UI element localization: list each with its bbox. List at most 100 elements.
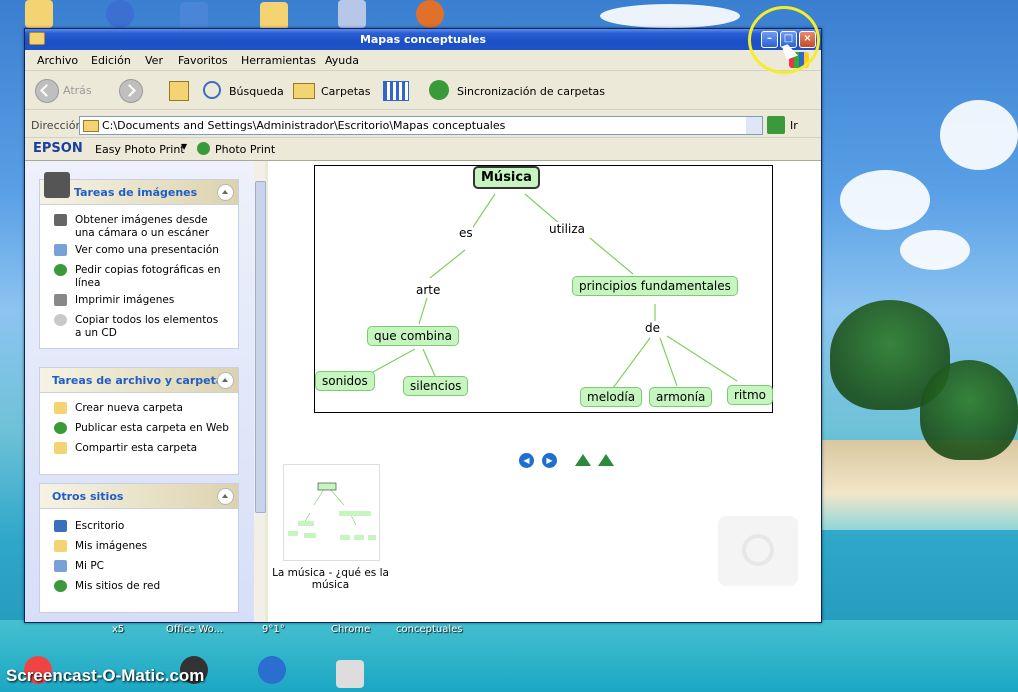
- sync-icon[interactable]: [429, 80, 449, 100]
- chevron-down-icon[interactable]: [746, 117, 762, 134]
- menu-favoritos[interactable]: Favoritos: [178, 54, 228, 67]
- folder-icon[interactable]: [25, 0, 53, 28]
- file-name[interactable]: La música - ¿qué es la música: [268, 567, 393, 591]
- concept-map-mini: [288, 482, 376, 540]
- epson-bar: EPSON Easy Photo Print ▼ Photo Print: [25, 138, 821, 161]
- search-button[interactable]: Búsqueda: [229, 85, 284, 98]
- link-label: es: [459, 226, 473, 240]
- cloud: [900, 230, 970, 270]
- place-my-computer[interactable]: Mi PC: [54, 560, 234, 574]
- back-button-label[interactable]: Atrás: [63, 84, 92, 97]
- concept-node: silencios: [403, 376, 469, 396]
- task-label: Publicar esta carpeta en Web: [75, 422, 229, 434]
- collapse-icon[interactable]: [217, 372, 234, 389]
- desktop-label: conceptuales: [396, 624, 463, 635]
- my-pictures-icon: [54, 540, 67, 552]
- task-label: Mis imágenes: [75, 540, 148, 552]
- photo-print-icon[interactable]: [197, 142, 210, 155]
- panel-header[interactable]: Otros sitios: [40, 484, 238, 509]
- previous-image-icon[interactable]: ◀: [519, 453, 534, 468]
- epson-logo: EPSON: [33, 141, 83, 156]
- help-icon[interactable]: [106, 0, 134, 28]
- google-earth-icon[interactable]: [258, 656, 286, 684]
- go-button[interactable]: Ir: [790, 119, 798, 132]
- book-icon[interactable]: [180, 2, 208, 30]
- task-slideshow[interactable]: Ver como una presentación: [54, 244, 234, 258]
- caret-down-icon[interactable]: ▼: [181, 142, 187, 151]
- task-pane: Tareas de imágenes Obtener imágenes desd…: [25, 161, 265, 622]
- printer-icon: [54, 294, 67, 306]
- task-label: Pedir copias fotográficas en línea: [75, 264, 221, 289]
- folders-icon[interactable]: [293, 83, 315, 99]
- folder-icon[interactable]: [260, 2, 288, 30]
- desktop-label: x5: [112, 624, 125, 635]
- search-icon[interactable]: [203, 81, 221, 99]
- task-print-images[interactable]: Imprimir imágenes: [54, 294, 234, 308]
- views-icon[interactable]: [383, 81, 409, 101]
- camera-watermark-icon: [718, 516, 798, 586]
- som-icon[interactable]: [336, 660, 364, 688]
- next-image-icon[interactable]: ▶: [542, 453, 557, 468]
- scrollbar-thumb[interactable]: [255, 181, 266, 513]
- title-bar[interactable]: Mapas conceptuales – □ ×: [25, 29, 821, 50]
- file-thumbnail[interactable]: [283, 464, 380, 561]
- task-label: Crear nueva carpeta: [75, 402, 183, 414]
- media-icon[interactable]: [338, 0, 366, 28]
- content-area: Música es utiliza arte principios fundam…: [268, 161, 821, 622]
- easy-photo-print-button[interactable]: Easy Photo Print: [95, 143, 185, 156]
- share-folder-icon: [54, 442, 67, 454]
- image-tasks-panel: Tareas de imágenes Obtener imágenes desd…: [39, 172, 239, 349]
- task-share-folder[interactable]: Compartir esta carpeta: [54, 442, 234, 456]
- new-folder-icon: [54, 402, 67, 414]
- forward-arrow-icon[interactable]: [119, 79, 143, 103]
- task-label: Compartir esta carpeta: [75, 442, 198, 454]
- address-bar: Dirección C:\Documents and Settings\Admi…: [25, 113, 821, 138]
- menu-ver[interactable]: Ver: [145, 54, 163, 67]
- menu-herramientas[interactable]: Herramientas: [241, 54, 316, 67]
- task-label: Obtener imágenes desde una cámara o un e…: [75, 214, 210, 239]
- network-icon: [54, 580, 67, 592]
- task-order-prints[interactable]: Pedir copias fotográficas en línea: [54, 264, 234, 290]
- menu-edicion[interactable]: Edición: [91, 54, 131, 67]
- photo-print-button[interactable]: Photo Print: [215, 143, 275, 156]
- collapse-icon[interactable]: [217, 184, 234, 201]
- panel-title: Otros sitios: [52, 490, 124, 503]
- sidebar-scrollbar[interactable]: [254, 161, 266, 622]
- place-desktop[interactable]: Escritorio: [54, 520, 234, 534]
- task-copy-cd[interactable]: Copiar todos los elementos a un CD: [54, 314, 234, 340]
- cd-icon: [54, 314, 67, 326]
- folders-button[interactable]: Carpetas: [321, 85, 370, 98]
- place-network[interactable]: Mis sitios de red: [54, 580, 234, 594]
- task-publish-web[interactable]: Publicar esta carpeta en Web: [54, 422, 234, 436]
- explorer-window: Mapas conceptuales – □ × Archivo Edición…: [24, 28, 822, 623]
- concept-node-root: Música: [473, 166, 540, 189]
- cloud: [600, 4, 740, 28]
- link-label: arte: [416, 283, 441, 297]
- desktop-label: Office Wo...: [166, 624, 224, 635]
- cloud: [940, 100, 1018, 170]
- address-field[interactable]: C:\Documents and Settings\Administrador\…: [79, 116, 763, 135]
- computer-icon: [54, 560, 67, 572]
- go-arrow-icon[interactable]: [767, 116, 785, 134]
- glove-icon[interactable]: [416, 0, 444, 28]
- place-my-pictures[interactable]: Mis imágenes: [54, 540, 234, 554]
- panel-header[interactable]: Tareas de imágenes: [40, 172, 238, 205]
- concept-node: sonidos: [315, 371, 375, 391]
- zoom-thumbnail-icon[interactable]: [575, 454, 591, 466]
- lens-icon: [742, 534, 774, 566]
- panel-header[interactable]: Tareas de archivo y carpeta: [40, 368, 238, 393]
- zoom-filmstrip-icon[interactable]: [598, 454, 614, 466]
- task-new-folder[interactable]: Crear nueva carpeta: [54, 402, 234, 416]
- collapse-icon[interactable]: [217, 488, 234, 505]
- back-arrow-icon[interactable]: [35, 79, 59, 103]
- desktop-label: Chrome: [331, 624, 371, 635]
- menu-ayuda[interactable]: Ayuda: [325, 54, 359, 67]
- folder-up-icon[interactable]: [169, 81, 189, 101]
- task-get-images[interactable]: Obtener imágenes desde una cámara o un e…: [54, 214, 234, 240]
- folder-icon: [83, 120, 99, 132]
- concept-node: armonía: [649, 387, 713, 407]
- panel-title: Tareas de imágenes: [74, 186, 198, 199]
- link-label: de: [645, 321, 660, 335]
- sync-button[interactable]: Sincronización de carpetas: [457, 85, 605, 98]
- menu-archivo[interactable]: Archivo: [37, 54, 78, 67]
